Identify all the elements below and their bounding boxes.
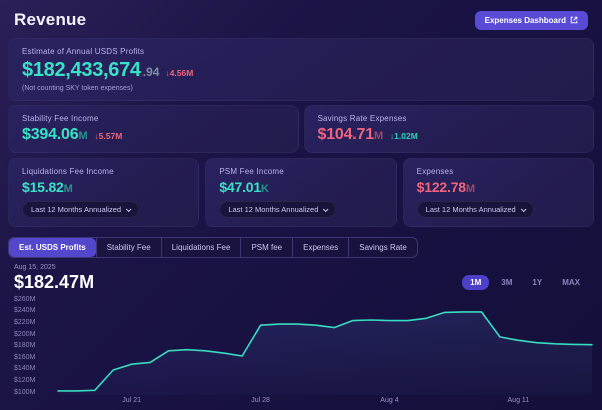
external-link-icon [570,16,578,24]
tab-stability-fee[interactable]: Stability Fee [96,238,161,257]
chart-area-fill [58,312,592,395]
tab-expenses[interactable]: Expenses [292,238,348,257]
range-max[interactable]: MAX [554,275,588,290]
tab-est-usds-profits[interactable]: Est. USDS Profits [9,238,96,257]
savings-rate-card: Savings Rate Expenses $104.71M ↓1.02M [304,105,595,153]
chevron-down-icon [126,206,132,212]
psm-fee-label: PSM Fee Income [219,167,382,176]
y-axis-tick-label: $180M [14,342,35,349]
expenses-label: Expenses [417,167,580,176]
revenue-line-chart-svg[interactable] [58,295,592,395]
range-3m[interactable]: 3M [493,275,520,290]
chart-x-axis: Jul 21 Jul 28 Aug 4 Aug 11 [58,397,592,410]
y-axis-tick-label: $100M [14,389,35,396]
stability-fee-delta: ↓5.57M [94,131,122,141]
tab-savings-rate[interactable]: Savings Rate [348,238,417,257]
time-range-selector: 1M 3M 1Y MAX [462,275,588,290]
tab-psm-fee[interactable]: PSM fee [240,238,292,257]
expenses-dashboard-button-label: Expenses Dashboard [485,16,566,25]
chart-plot-area[interactable] [58,295,592,395]
range-1y[interactable]: 1Y [524,275,550,290]
expenses-value: $122.78M [417,179,580,195]
range-1m[interactable]: 1M [462,275,489,290]
annual-profits-card: Estimate of Annual USDS Profits $182,433… [8,38,594,101]
revenue-dashboard: Revenue Expenses Dashboard Estimate of A… [0,0,602,410]
x-axis-tick-label: Aug 11 [508,397,530,404]
chart-hover-date: Aug 15, 2025 [14,264,94,271]
liquidations-fee-card: Liquidations Fee Income $15.82M Last 12 … [8,158,199,227]
x-axis-tick-label: Jul 28 [251,397,270,404]
y-axis-tick-label: $240M [14,307,35,314]
liquidations-fee-value: $15.82M [22,179,185,195]
revenue-chart: $260M $240M $220M $200M $180M $160M $140M $120M… [8,295,594,410]
psm-fee-value: $47.01K [219,179,382,195]
metric-row-top: Stability Fee Income $394.06M ↓5.57M Sav… [8,105,594,153]
expenses-dashboard-button[interactable]: Expenses Dashboard [475,11,588,30]
expenses-period-dropdown[interactable]: Last 12 Months Annualized [417,201,534,218]
annual-profits-decimals: .94 [143,65,160,79]
page-title: Revenue [14,10,86,30]
liquidations-fee-label: Liquidations Fee Income [22,167,185,176]
y-axis-tick-label: $200M [14,331,35,338]
expenses-card: Expenses $122.78M Last 12 Months Annuali… [403,158,594,227]
chart-hover-value: $182.47M [14,272,94,293]
annual-profits-value: $182,433,674 [22,59,141,82]
y-axis-tick-label: $140M [14,365,35,372]
chart-y-axis: $260M $240M $220M $200M $180M $160M $140M $120M… [14,295,58,395]
chart-header: Aug 15, 2025 $182.47M 1M 3M 1Y MAX [14,264,588,293]
stability-fee-card: Stability Fee Income $394.06M ↓5.57M [8,105,299,153]
tab-liquidations-fee[interactable]: Liquidations Fee [161,238,241,257]
chevron-down-icon [521,206,527,212]
savings-rate-delta: ↓1.02M [390,131,418,141]
liquidations-period-dropdown[interactable]: Last 12 Months Annualized [22,201,139,218]
x-axis-tick-label: Aug 4 [380,397,398,404]
psm-fee-card: PSM Fee Income $47.01K Last 12 Months An… [205,158,396,227]
chart-tabbar: Est. USDS Profits Stability Fee Liquidat… [8,237,418,258]
chevron-down-icon [323,206,329,212]
psm-period-dropdown[interactable]: Last 12 Months Annualized [219,201,336,218]
page-header: Revenue Expenses Dashboard [8,8,594,38]
y-axis-tick-label: $120M [14,377,35,384]
x-axis-tick-label: Jul 21 [122,397,141,404]
savings-rate-value: $104.71M [318,126,383,144]
y-axis-tick-label: $220M [14,319,35,326]
annual-profits-label: Estimate of Annual USDS Profits [22,47,580,56]
stability-fee-label: Stability Fee Income [22,114,285,123]
y-axis-tick-label: $160M [14,354,35,361]
y-axis-tick-label: $260M [14,296,35,303]
annual-profits-note: (Not counting SKY token expenses) [22,85,580,92]
stability-fee-value: $394.06M [22,126,87,144]
metric-row-bottom: Liquidations Fee Income $15.82M Last 12 … [8,158,594,227]
annual-profits-delta: ↓4.56M [165,68,193,78]
savings-rate-label: Savings Rate Expenses [318,114,581,123]
